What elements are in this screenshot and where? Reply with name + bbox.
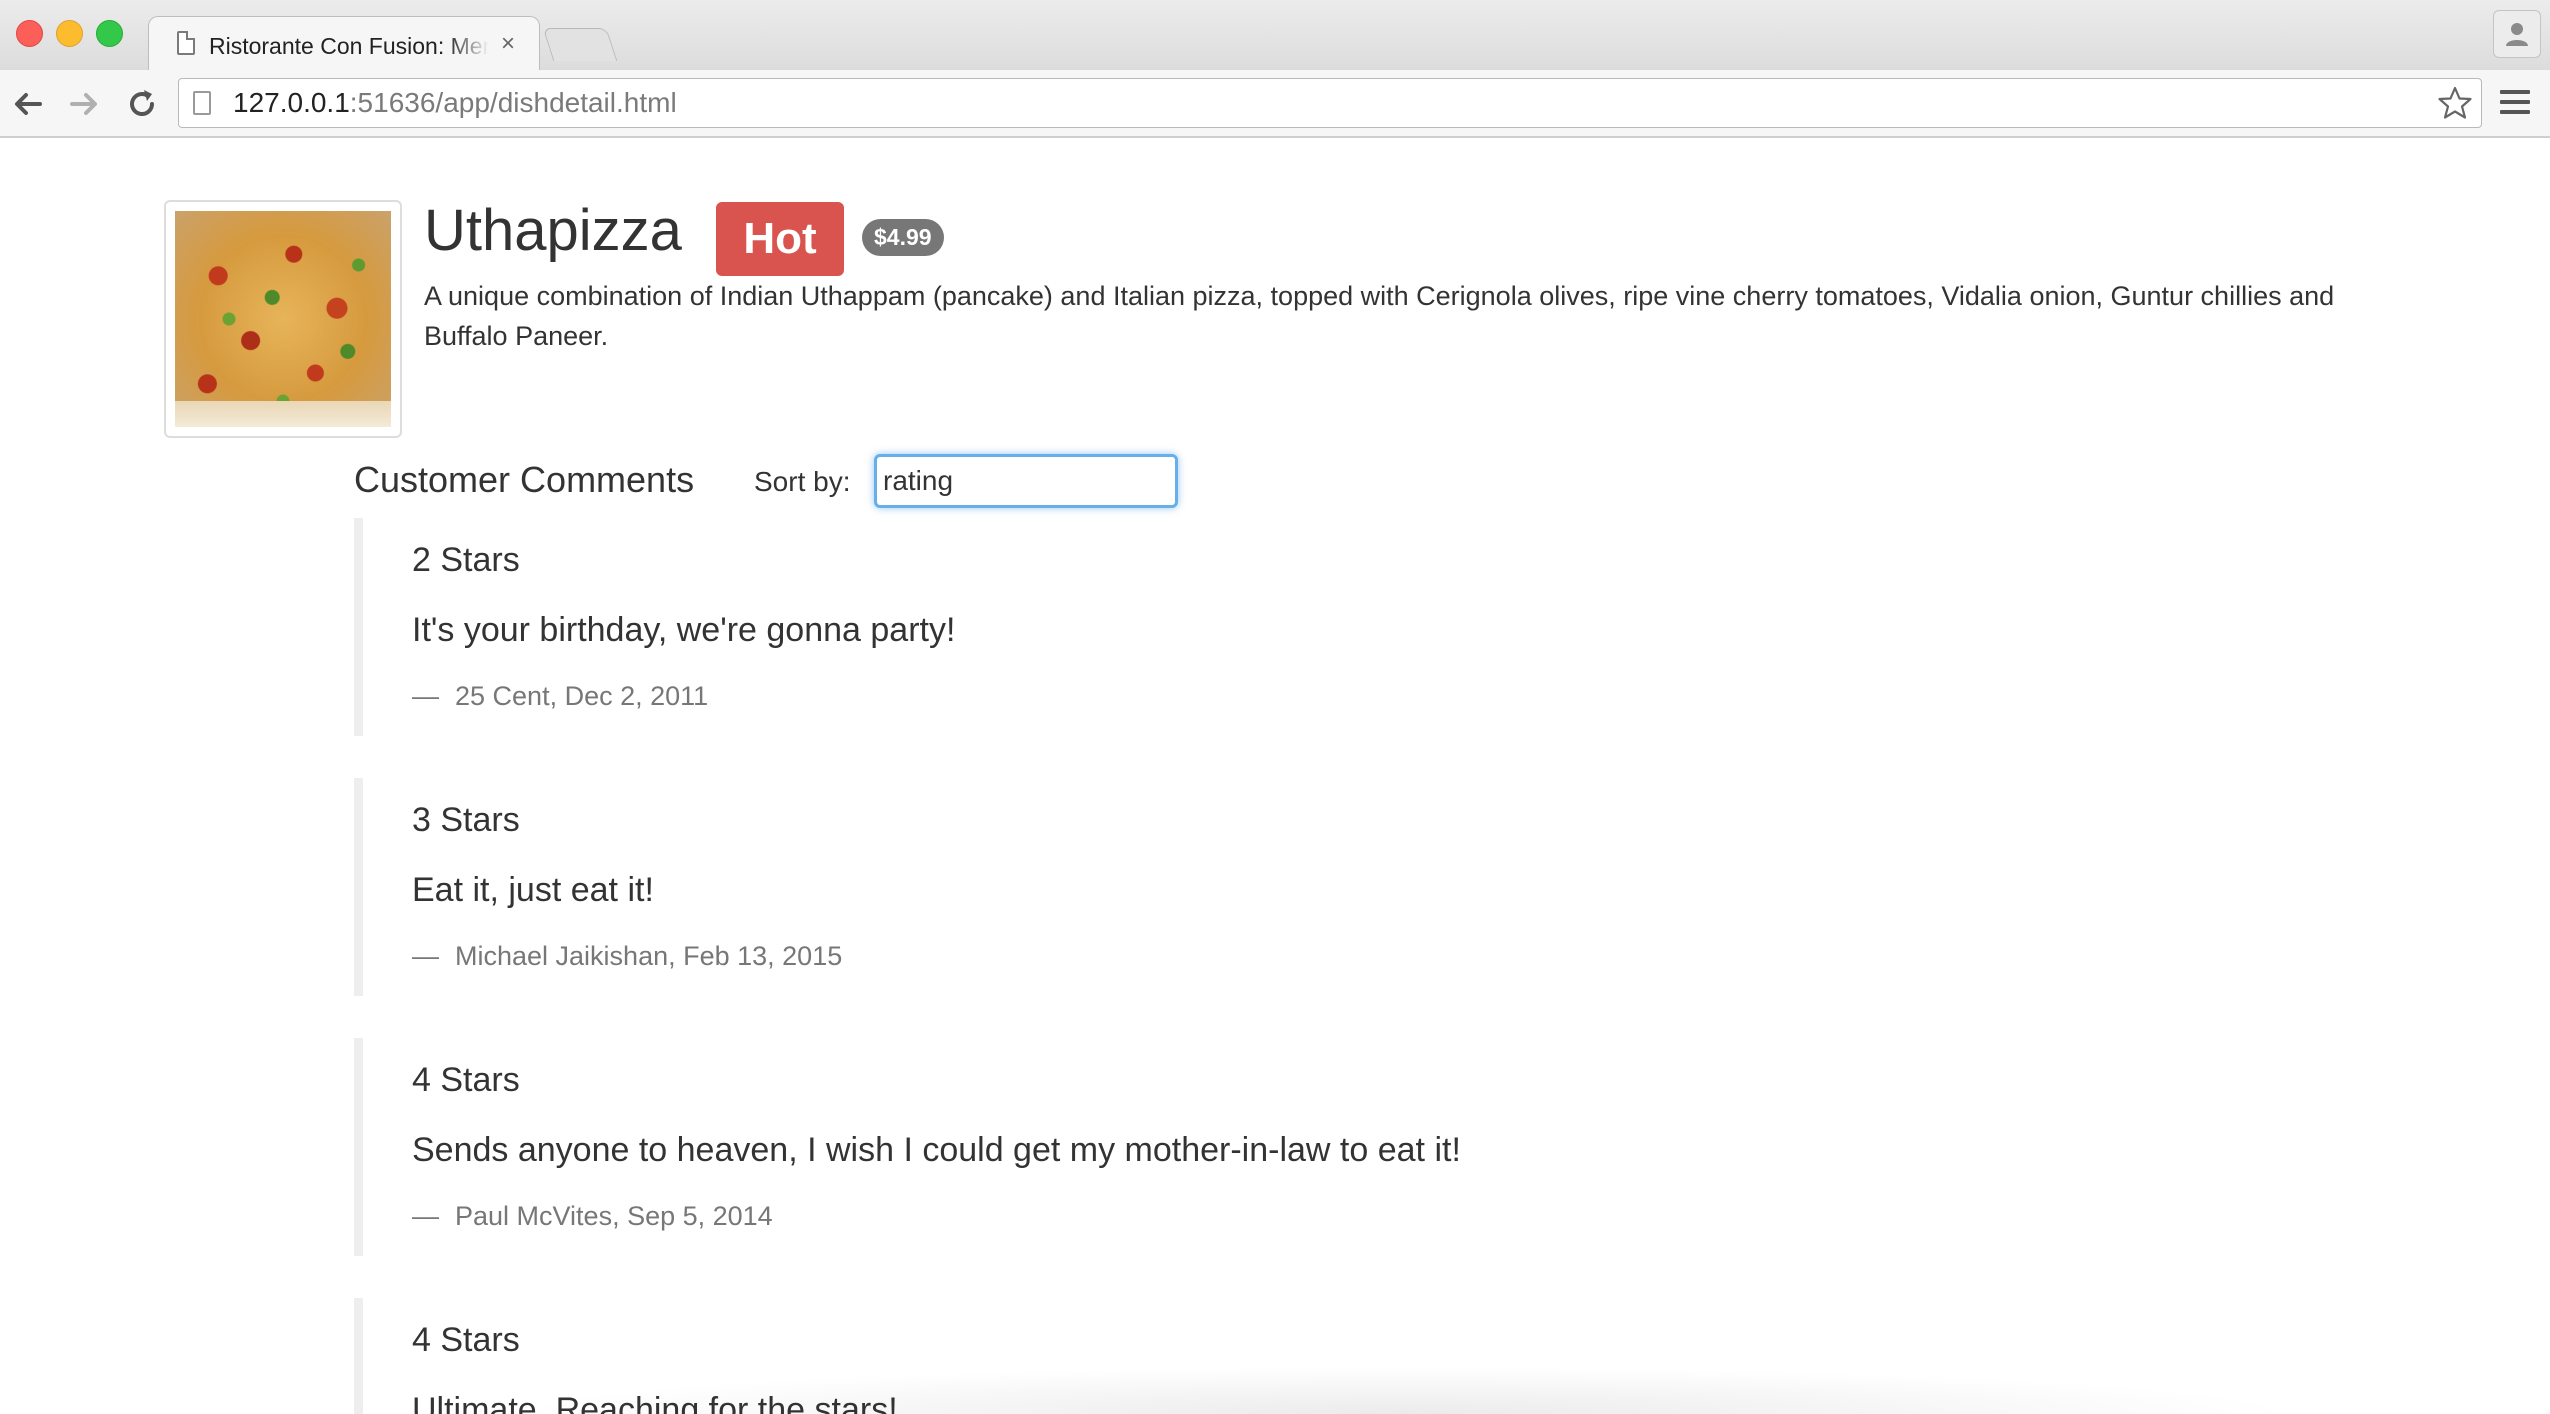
comment-byline: Paul McVites, Sep 5, 2014 bbox=[455, 1201, 773, 1231]
comment-byline: 25 Cent, Dec 2, 2011 bbox=[455, 681, 709, 711]
new-tab-button[interactable] bbox=[542, 28, 618, 61]
tab-title: Ristorante Con Fusion: Menu bbox=[209, 33, 489, 59]
comment-rating: 3 Stars bbox=[412, 801, 520, 839]
window-minimize-button[interactable] bbox=[56, 20, 83, 47]
browser-menu-icon[interactable] bbox=[2500, 90, 2530, 120]
sort-label: Sort by: bbox=[754, 466, 851, 497]
comment-text: It's your birthday, we're gonna party! bbox=[412, 611, 956, 649]
comment-blockquote: 2 Stars It's your birthday, we're gonna … bbox=[354, 518, 2354, 736]
page-icon bbox=[177, 31, 195, 55]
comment-blockquote: 4 Stars Sends anyone to heaven, I wish I… bbox=[354, 1038, 2354, 1256]
window-close-button[interactable] bbox=[16, 20, 43, 47]
comment-text: Eat it, just eat it! bbox=[412, 871, 654, 909]
tab-close-icon[interactable]: × bbox=[501, 29, 515, 59]
reload-button[interactable] bbox=[122, 84, 162, 124]
comment-rating: 4 Stars bbox=[412, 1321, 520, 1359]
hot-label: Hot bbox=[716, 202, 844, 276]
comment-footer: — Michael Jaikishan, Feb 13, 2015 bbox=[412, 941, 843, 971]
browser-tab-active[interactable]: Ristorante Con Fusion: Menu × bbox=[148, 16, 540, 73]
sort-input[interactable] bbox=[874, 454, 1178, 508]
profile-button[interactable] bbox=[2493, 10, 2541, 58]
price-badge: $4.99 bbox=[862, 219, 944, 256]
comment-rating: 4 Stars bbox=[412, 1061, 520, 1099]
forward-arrow-icon bbox=[70, 93, 97, 115]
forward-button[interactable] bbox=[64, 84, 104, 124]
comment-byline: Michael Jaikishan, Feb 13, 2015 bbox=[455, 941, 843, 971]
reload-icon bbox=[130, 90, 154, 116]
dish-name: Uthapizza bbox=[424, 198, 682, 263]
comment-footer: — Paul McVites, Sep 5, 2014 bbox=[412, 1201, 773, 1231]
comment-text: Ultimate, Reaching for the stars! bbox=[412, 1391, 898, 1414]
page-icon bbox=[193, 91, 211, 115]
comment-footer: —25 Cent, Dec 2, 2011 bbox=[412, 681, 709, 711]
pizza-image bbox=[175, 211, 391, 427]
dish-description: A unique combination of Indian Uthappam … bbox=[424, 281, 2335, 351]
back-button[interactable] bbox=[8, 84, 48, 124]
browser-titlebar: Ristorante Con Fusion: Menu × bbox=[0, 0, 2550, 73]
comment-blockquote: 4 Stars Ultimate, Reaching for the stars… bbox=[354, 1298, 2354, 1414]
person-icon bbox=[2506, 23, 2528, 46]
browser-toolbar: 127.0.0.1:51636/app/dishdetail.html bbox=[0, 70, 2550, 138]
comment-blockquote: 3 Stars Eat it, just eat it! — Michael Ja… bbox=[354, 778, 2354, 996]
bookmark-star-icon[interactable] bbox=[2437, 85, 2473, 126]
comment-rating: 2 Stars bbox=[412, 541, 520, 579]
back-arrow-icon bbox=[15, 93, 42, 115]
window-maximize-button[interactable] bbox=[96, 20, 123, 47]
url-host: 127.0.0.1 bbox=[233, 87, 350, 118]
comments-heading: Customer Comments bbox=[354, 459, 695, 500]
plate-edge bbox=[175, 401, 391, 427]
url-text[interactable]: 127.0.0.1:51636/app/dishdetail.html bbox=[233, 87, 677, 119]
address-bar[interactable]: 127.0.0.1:51636/app/dishdetail.html bbox=[178, 78, 2482, 128]
url-path: :51636/app/dishdetail.html bbox=[349, 87, 677, 118]
dish-thumbnail bbox=[164, 200, 402, 438]
comment-text: Sends anyone to heaven, I wish I could g… bbox=[412, 1131, 1461, 1169]
